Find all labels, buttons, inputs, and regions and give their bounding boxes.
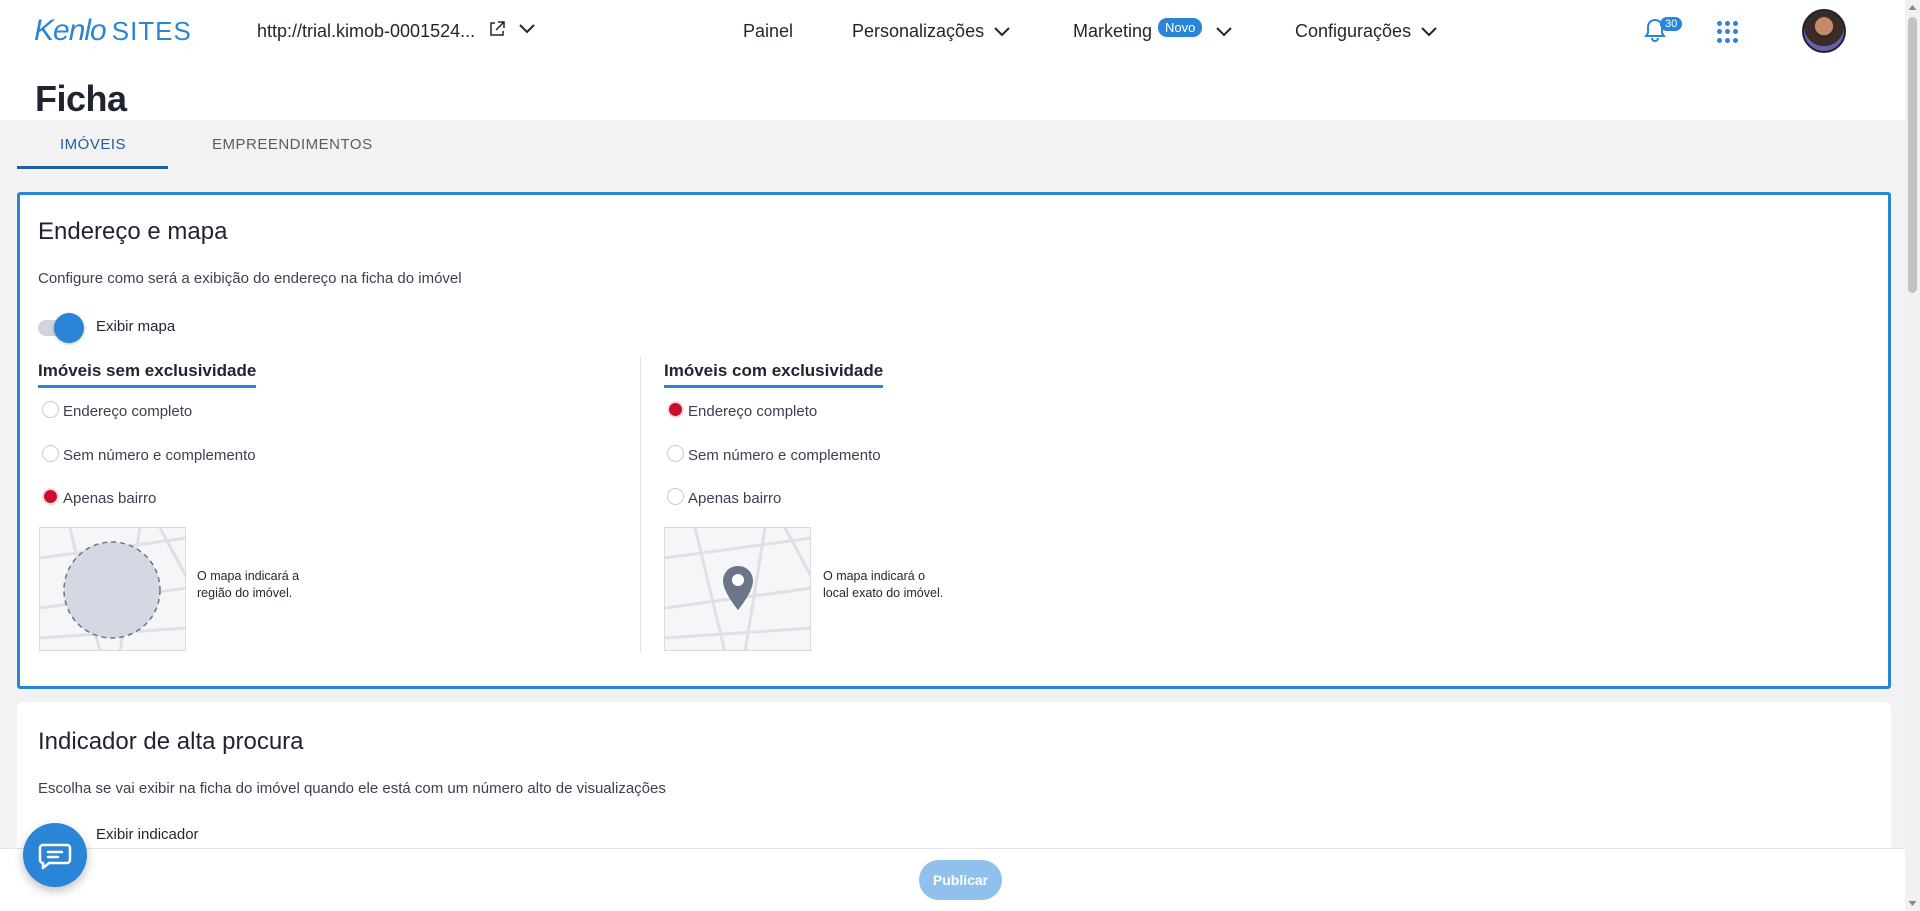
region-map-illustration [39, 527, 186, 651]
exclusive-option-no-number[interactable]: Sem número e complemento [667, 445, 881, 464]
chevron-down-icon [1216, 26, 1233, 36]
toggle-knob [54, 313, 84, 343]
map-pin-icon [723, 566, 753, 610]
radio-button[interactable] [42, 445, 59, 462]
page-title: Ficha [35, 78, 127, 119]
kenlo-sites-logo[interactable]: Kenlo SITES [34, 14, 192, 48]
scroll-down-arrow-icon[interactable] [1908, 899, 1917, 908]
caption-line: região do imóvel. [197, 586, 293, 600]
site-url[interactable]: http://trial.kimob-0001524... [257, 21, 475, 42]
chevron-down-icon [1421, 26, 1437, 36]
notification-count-badge: 30 [1660, 17, 1683, 31]
radio-button[interactable] [42, 401, 59, 418]
chat-button[interactable] [23, 823, 87, 887]
radio-button[interactable] [667, 488, 684, 505]
exact-map-caption: O mapa indicará o local exato do imóvel. [823, 568, 943, 602]
radio-button-selected[interactable] [42, 488, 59, 505]
scroll-up-arrow-icon[interactable] [1908, 3, 1917, 12]
non-exclusive-option-full-address[interactable]: Endereço completo [42, 401, 193, 420]
show-map-label: Exibir mapa [96, 318, 176, 335]
address-map-card [17, 192, 1891, 689]
tab-empreendimentos[interactable]: EMPREENDIMENTOS [212, 136, 373, 153]
column-divider [640, 357, 641, 652]
nav-personalizacoes[interactable]: Personalizações [852, 21, 1010, 42]
nav-configuracoes[interactable]: Configurações [1295, 21, 1437, 42]
tab-imoveis[interactable]: IMÓVEIS [60, 136, 126, 153]
new-badge: Novo [1158, 18, 1203, 37]
caption-line: O mapa indicará a [197, 569, 300, 583]
caption-line: local exato do imóvel. [823, 586, 944, 600]
radio-button[interactable] [667, 445, 684, 462]
indicator-card-description: Escolha se vai exibir na ficha do imóvel… [38, 780, 666, 797]
non-exclusive-heading: Imóveis sem exclusividade [38, 361, 257, 388]
show-indicator-label: Exibir indicador [96, 826, 199, 843]
exact-location-map-illustration [664, 527, 811, 651]
site-selector-chevron-down-icon[interactable] [518, 22, 536, 36]
nav-marketing[interactable]: Marketing Novo [1073, 18, 1233, 42]
chevron-down-icon [994, 26, 1010, 36]
logo-brand: Kenlo [34, 14, 107, 47]
indicator-card-title: Indicador de alta procura [38, 728, 304, 755]
option-label: Endereço completo [688, 403, 818, 420]
tab-bar: IMÓVEIS EMPREENDIMENTOS [0, 120, 1905, 169]
nav-configuracoes-label: Configurações [1295, 21, 1412, 41]
map-streets-illustration [40, 528, 185, 650]
region-circle [63, 541, 161, 639]
logo-suffix: SITES [111, 16, 192, 46]
exclusive-option-neighborhood[interactable]: Apenas bairro [667, 488, 782, 507]
region-map-caption: O mapa indicará a região do imóvel. [197, 568, 299, 602]
publish-button[interactable]: Publicar [919, 860, 1002, 900]
address-card-title: Endereço e mapa [38, 218, 228, 245]
top-navbar: Kenlo SITES http://trial.kimob-0001524..… [0, 0, 1900, 62]
caption-line: O mapa indicará o [823, 569, 926, 583]
non-exclusive-option-no-number[interactable]: Sem número e complemento [42, 445, 256, 464]
apps-grid-icon[interactable] [1717, 21, 1739, 43]
non-exclusive-option-neighborhood[interactable]: Apenas bairro [42, 488, 157, 507]
nav-marketing-label: Marketing [1073, 21, 1153, 41]
nav-painel[interactable]: Painel [743, 21, 793, 42]
address-card-description: Configure como será a exibição do endere… [38, 270, 462, 287]
chat-icon [38, 843, 72, 870]
show-map-toggle[interactable] [38, 312, 84, 343]
option-label: Apenas bairro [63, 490, 157, 507]
nav-personalizacoes-label: Personalizações [852, 21, 985, 41]
option-label: Sem número e complemento [688, 447, 881, 464]
external-link-icon[interactable] [488, 20, 506, 38]
nav-painel-label: Painel [743, 21, 794, 41]
scrollbar-thumb[interactable] [1908, 17, 1917, 293]
option-label: Sem número e complemento [63, 447, 256, 464]
exclusive-heading: Imóveis com exclusividade [664, 361, 884, 388]
map-streets-illustration [665, 528, 810, 650]
exclusive-option-full-address[interactable]: Endereço completo [667, 401, 818, 420]
user-avatar[interactable] [1802, 9, 1846, 53]
option-label: Apenas bairro [688, 490, 782, 507]
option-label: Endereço completo [63, 403, 193, 420]
radio-button-selected[interactable] [667, 401, 684, 418]
